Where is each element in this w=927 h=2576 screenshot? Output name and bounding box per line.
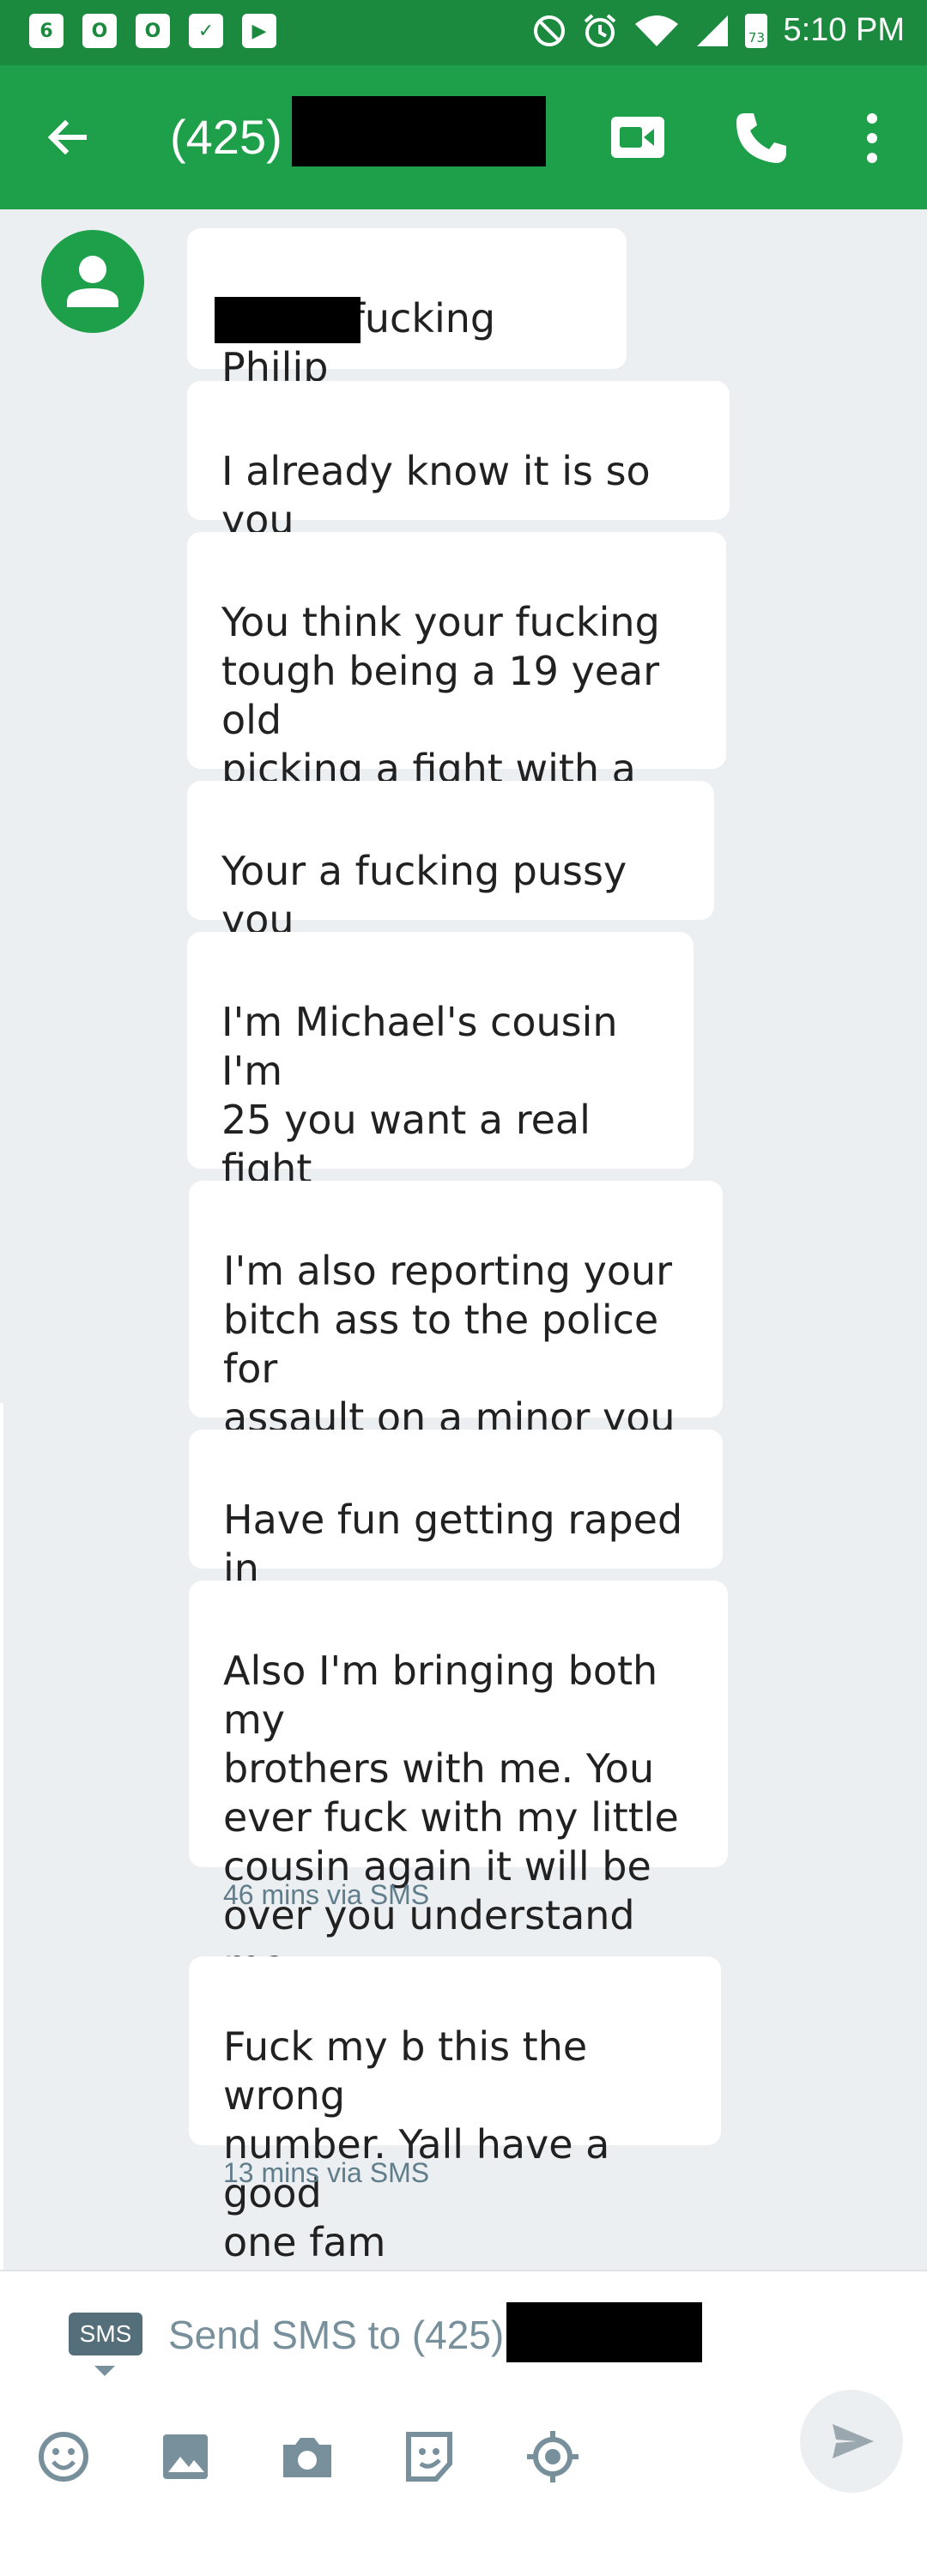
wifi-icon <box>635 15 679 46</box>
contact-title: (425) <box>170 110 282 164</box>
message-bubble[interactable]: I already know it is so you better fucki… <box>187 381 730 641</box>
message-bubble[interactable]: You think your fucking tough being a 19 … <box>187 532 726 841</box>
battery-icon: 73 <box>745 13 768 48</box>
play-store-icon: ▶ <box>242 14 276 48</box>
message-timestamp: 46 mins via SMS <box>223 1879 430 1910</box>
more-options-icon[interactable] <box>855 110 889 166</box>
camera-icon[interactable] <box>276 2426 338 2488</box>
message-bubble[interactable]: Also I'm bringing both my brothers with … <box>189 1581 728 1987</box>
sticker-icon[interactable] <box>398 2426 460 2488</box>
clipboard-check-icon: ✓ <box>189 14 223 48</box>
status-bar: 6 O O ✓ ▶ 73 5:10 PM <box>0 0 927 65</box>
notification-6-icon: 6 <box>29 14 64 48</box>
message-bubble[interactable]: Your a fucking pussy you hear me <box>187 781 714 992</box>
person-icon <box>67 256 118 307</box>
message-text: Also I'm bringing both my brothers with … <box>223 1648 679 1987</box>
emoji-icon[interactable] <box>33 2426 94 2488</box>
redaction-bar <box>506 2302 702 2362</box>
gallery-icon[interactable] <box>154 2426 216 2488</box>
video-call-icon[interactable] <box>609 112 666 163</box>
redaction-bar <box>215 297 360 343</box>
location-icon[interactable] <box>522 2426 584 2488</box>
outlook-icon: O <box>82 14 117 48</box>
status-time: 5:10 PM <box>783 12 905 48</box>
redaction-bar <box>292 96 546 166</box>
message-timestamp: 13 mins via SMS <box>223 2157 430 2188</box>
message-input[interactable] <box>168 2302 512 2367</box>
message-bubble[interactable]: I'm Michael's cousin I'm 25 you want a r… <box>187 932 694 1290</box>
cell-signal-icon <box>697 15 729 46</box>
contact-avatar[interactable] <box>41 230 144 333</box>
message-text: Fuck my b this the wrong number. Yall ha… <box>223 2023 610 2265</box>
do-not-disturb-icon <box>534 15 566 46</box>
message-bubble[interactable]: Is this fucking Philip <box>187 228 627 390</box>
message-bubble[interactable]: Fuck my b this the wrong number. Yall ha… <box>189 1956 721 2265</box>
back-arrow-icon[interactable] <box>39 110 94 165</box>
phone-call-icon[interactable] <box>733 110 790 166</box>
outlook-icon: O <box>136 14 170 48</box>
compose-bar: SMS <box>0 2270 927 2576</box>
alarm-icon <box>585 13 616 47</box>
sms-mode-badge[interactable]: SMS <box>69 2313 142 2355</box>
divider <box>0 1403 3 2270</box>
send-icon <box>833 2424 874 2458</box>
app-bar: (425) <box>0 65 927 209</box>
message-bubble[interactable]: I'm also reporting your bitch ass to the… <box>189 1181 723 1490</box>
chevron-down-icon[interactable] <box>94 2366 115 2376</box>
send-button[interactable] <box>800 2390 903 2493</box>
message-bubble[interactable]: Have fun getting raped in jail you faggo… <box>189 1430 723 1641</box>
